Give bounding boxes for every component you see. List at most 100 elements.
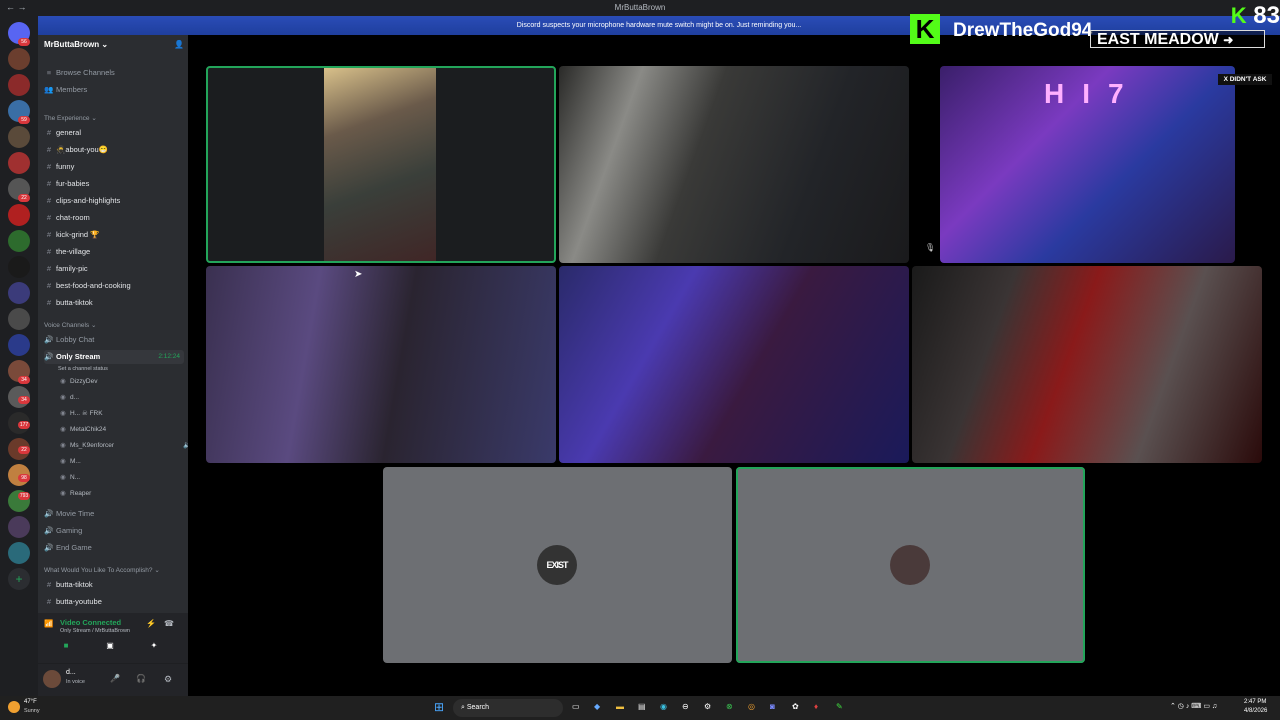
channel-clips[interactable]: # clips-and-highlights bbox=[44, 194, 184, 208]
voice-user[interactable]: ◉H... ☠ FRK■ bbox=[58, 407, 198, 421]
server-icon[interactable] bbox=[8, 204, 30, 226]
category-accomplish[interactable]: What Would You Like To Accomplish? ⌄ bbox=[44, 564, 184, 578]
server-icon[interactable] bbox=[8, 516, 30, 538]
voice-end-game[interactable]: 🔊 End Game bbox=[44, 541, 184, 555]
channel-butta-tiktok[interactable]: # butta-tiktok bbox=[44, 296, 184, 310]
add-server-icon[interactable]: + bbox=[8, 568, 30, 590]
search-icon: ⌕ bbox=[461, 704, 465, 711]
notification-badge: 56 bbox=[18, 38, 30, 46]
meadow-sign: EAST MEADOW ➜ bbox=[1090, 30, 1265, 48]
video-tile[interactable]: EXIST bbox=[383, 467, 732, 663]
file-explorer-icon[interactable]: ▬ bbox=[616, 702, 624, 711]
server-icon[interactable] bbox=[8, 152, 30, 174]
clock-date[interactable]: 4/8/2026 bbox=[1244, 708, 1267, 714]
app-icon[interactable]: ⊖ bbox=[682, 702, 689, 711]
channel-funny[interactable]: # funny bbox=[44, 160, 184, 174]
category-voice[interactable]: Voice Channels ⌄ bbox=[44, 319, 184, 333]
voice-lobby-chat[interactable]: 🔊 Lobby Chat bbox=[44, 333, 184, 347]
taskbar-search-input[interactable]: ⌕ Search bbox=[453, 699, 563, 717]
channel-family-pic[interactable]: # family-pic bbox=[44, 262, 184, 276]
voice-user[interactable]: ◉Reaper■ bbox=[58, 487, 198, 501]
app-icon[interactable]: ✿ bbox=[792, 702, 799, 711]
channel-butta-youtube[interactable]: # butta-youtube bbox=[44, 595, 184, 609]
video-tile[interactable] bbox=[206, 66, 556, 263]
tray-icons[interactable]: ⌃ ◷ ♪ ⌨ ▭ ♫ bbox=[1170, 702, 1217, 710]
hash-icon: # bbox=[46, 230, 52, 239]
members-link[interactable]: 👥 Members bbox=[44, 83, 184, 97]
voice-user[interactable]: ◉N...■ bbox=[58, 471, 198, 485]
server-icon[interactable] bbox=[8, 282, 30, 304]
edge-icon[interactable]: ◉ bbox=[660, 702, 667, 711]
channel-the-village[interactable]: # the-village bbox=[44, 245, 184, 259]
server-icon[interactable] bbox=[8, 308, 30, 330]
notification-badge: 177 bbox=[18, 421, 30, 429]
hash-icon: # bbox=[46, 213, 52, 222]
activities-icon[interactable]: ✦ bbox=[144, 641, 164, 655]
settings-gear-icon[interactable]: ⚙ bbox=[164, 674, 172, 685]
windows-start-icon[interactable]: ⊞ bbox=[434, 701, 447, 714]
voice-user[interactable]: ◉d...■ bbox=[58, 391, 198, 405]
voice-gaming[interactable]: 🔊 Gaming bbox=[44, 524, 184, 538]
discord-icon[interactable]: ◙ bbox=[770, 702, 775, 711]
xbox-icon[interactable]: ⊗ bbox=[726, 702, 733, 711]
voice-user[interactable]: ◉M...■ bbox=[58, 455, 198, 469]
server-name-header[interactable]: MrButtaBrown ⌄ 👤 bbox=[44, 40, 184, 54]
channel-about-you[interactable]: # 🥷about-you😁 bbox=[44, 143, 184, 157]
headphones-icon[interactable]: 🎧 bbox=[136, 674, 146, 683]
server-icon[interactable] bbox=[8, 48, 30, 70]
channel-chat-room[interactable]: # chat-room bbox=[44, 211, 184, 225]
channel-butta-tiktok-2[interactable]: # butta-tiktok bbox=[44, 578, 184, 592]
avatar[interactable] bbox=[43, 670, 61, 688]
voice-location[interactable]: Only Stream / MrButtaBrown bbox=[60, 628, 130, 634]
task-view-icon[interactable]: ▭ bbox=[572, 702, 580, 711]
video-tile[interactable] bbox=[206, 266, 556, 463]
avatar: ◉ bbox=[60, 378, 66, 385]
avatar: ◉ bbox=[60, 474, 66, 481]
notification-badge: 34 bbox=[18, 396, 30, 404]
neon-sign: HI7 bbox=[1044, 78, 1142, 109]
camera-icon[interactable]: ■ bbox=[56, 641, 76, 655]
video-tile[interactable] bbox=[559, 66, 909, 263]
kick-logo-icon: K bbox=[910, 14, 940, 44]
app-icon[interactable]: ◆ bbox=[594, 702, 600, 711]
voice-user[interactable]: ◉Ms_K9enforcer🔈 bbox=[58, 439, 198, 453]
video-tile[interactable] bbox=[559, 266, 909, 463]
server-icon[interactable] bbox=[8, 256, 30, 278]
screen-share-icon[interactable]: ▣ bbox=[100, 641, 120, 655]
speaker-icon: 🔊 bbox=[44, 509, 54, 518]
video-tile[interactable] bbox=[736, 467, 1085, 663]
server-icon[interactable] bbox=[8, 542, 30, 564]
category-experience[interactable]: The Experience ⌄ bbox=[44, 112, 184, 126]
server-icon[interactable] bbox=[8, 74, 30, 96]
didnt-ask-label: X DIDN'T ASK bbox=[1218, 74, 1272, 85]
video-tile[interactable]: HI7 bbox=[940, 66, 1235, 263]
server-icon[interactable] bbox=[8, 230, 30, 252]
voice-user[interactable]: ◉DizzyDev■ bbox=[58, 375, 198, 389]
channel-kick-grind[interactable]: # kick-grind 🏆 bbox=[44, 228, 184, 242]
voice-movie-time[interactable]: 🔊 Movie Time bbox=[44, 507, 184, 521]
avatar: ◉ bbox=[60, 442, 66, 449]
steam-icon[interactable]: ⚙ bbox=[704, 702, 711, 711]
app-icon[interactable]: ▤ bbox=[638, 702, 646, 711]
channel-best-food[interactable]: # best-food-and-cooking bbox=[44, 279, 184, 293]
chrome-icon[interactable]: ◎ bbox=[748, 702, 755, 711]
voice-user[interactable]: ◉ MetalChik24 bbox=[58, 423, 198, 437]
mic-icon[interactable]: 🎤 bbox=[110, 674, 120, 683]
server-icon[interactable] bbox=[8, 126, 30, 148]
channel-fur-babies[interactable]: # fur-babies bbox=[44, 177, 184, 191]
notification-badge: 22 bbox=[18, 194, 30, 202]
server-icon[interactable] bbox=[8, 334, 30, 356]
app-icon[interactable]: ✎ bbox=[836, 702, 843, 711]
server-list: + 56 59 22 34 177 22 98 34 793 bbox=[0, 16, 38, 696]
channel-status[interactable]: Set a channel status bbox=[58, 362, 198, 376]
channel-general[interactable]: # general bbox=[44, 126, 184, 140]
browse-channels-link[interactable]: ≡ Browse Channels bbox=[44, 66, 184, 80]
app-icon[interactable]: ♦ bbox=[814, 702, 818, 711]
disconnect-icon[interactable]: ☎ bbox=[164, 619, 174, 628]
weather-sun-icon[interactable] bbox=[8, 701, 20, 713]
clock-time[interactable]: 2:47 PM bbox=[1244, 699, 1266, 705]
video-tile[interactable] bbox=[912, 266, 1262, 463]
signal-icon: 📶 bbox=[44, 619, 54, 628]
weather-temp[interactable]: 47°F bbox=[24, 699, 37, 705]
noise-suppression-icon[interactable]: ⚡ bbox=[146, 619, 156, 628]
